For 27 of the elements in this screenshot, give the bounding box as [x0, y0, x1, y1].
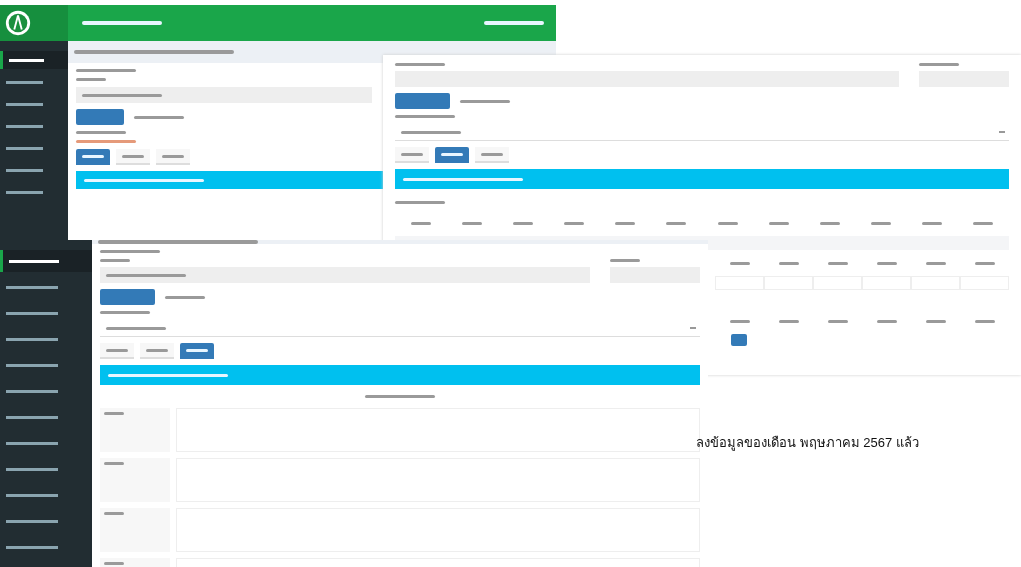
- illegible-text: [395, 115, 455, 118]
- illegible-text: [76, 131, 126, 134]
- illegible-text: [100, 311, 150, 314]
- caption-text: ลงข้อมูลของเดือน พฤษภาคม 2567 แล้ว: [696, 434, 919, 453]
- illegible-text: [76, 78, 106, 81]
- tab[interactable]: [180, 343, 214, 359]
- tab[interactable]: [76, 149, 110, 165]
- illegible-text: [395, 63, 445, 66]
- illegible-text: [100, 259, 130, 262]
- tab[interactable]: [435, 147, 469, 163]
- illegible-text: [104, 512, 124, 515]
- save-button[interactable]: [731, 334, 747, 346]
- illegible-text: [484, 21, 544, 25]
- illegible-text: [76, 69, 136, 72]
- illegible-text: [76, 140, 136, 143]
- illegible-text: [104, 412, 124, 415]
- illegible-text: [395, 201, 445, 204]
- illegible-text: [610, 259, 640, 262]
- illegible-text: [365, 395, 435, 398]
- illegible-text: [919, 63, 959, 66]
- illegible-text: [100, 250, 160, 253]
- sidebar-item[interactable]: [0, 51, 68, 69]
- illegible-text: [104, 562, 124, 565]
- input-field[interactable]: [76, 87, 372, 103]
- illegible-text: [104, 462, 124, 465]
- sidebar-item[interactable]: [0, 250, 92, 272]
- input-field[interactable]: [100, 267, 590, 283]
